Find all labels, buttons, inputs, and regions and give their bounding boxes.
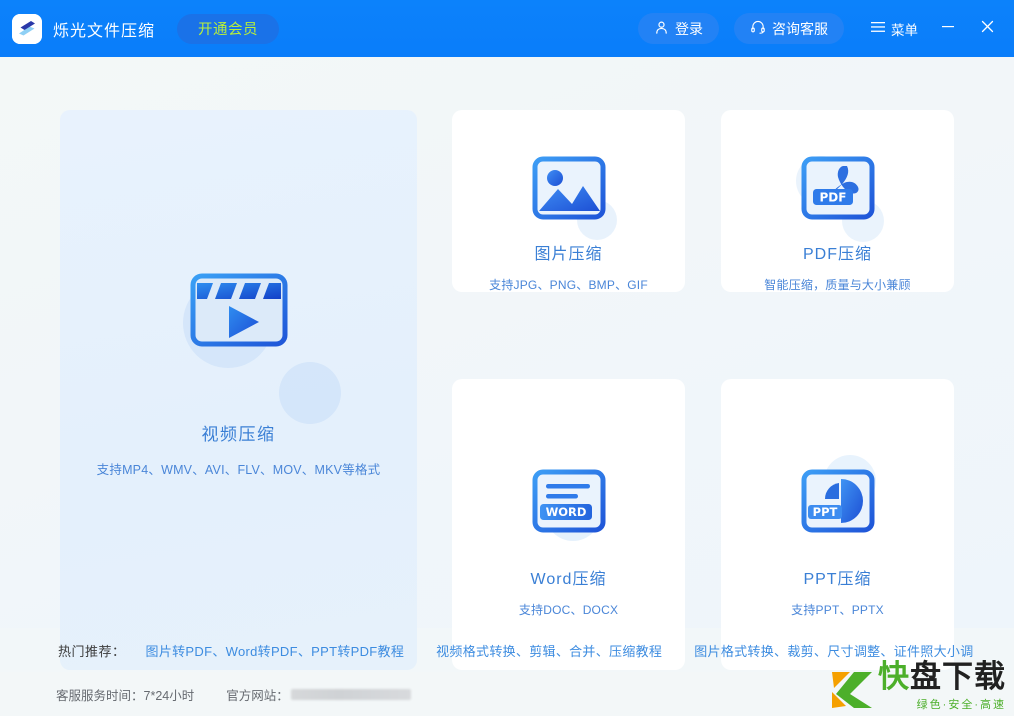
user-icon (654, 20, 669, 38)
minimize-button[interactable] (933, 14, 963, 44)
close-button[interactable] (972, 14, 1002, 44)
svg-text:WORD: WORD (545, 505, 586, 519)
card-image-compress[interactable]: 图片压缩 支持JPG、PNG、BMP、GIF (452, 110, 685, 292)
card-ppt-subtitle: 支持PPT、PPTX (791, 603, 884, 617)
official-website: 官方网站： (226, 685, 411, 704)
card-video-title: 视频压缩 (201, 425, 276, 444)
official-website-label: 官方网站： (226, 688, 289, 703)
minimize-icon (941, 19, 955, 38)
card-pdf-subtitle: 智能压缩，质量与大小兼顾 (764, 278, 911, 292)
close-icon (980, 19, 995, 39)
app-title: 烁光文件压缩 (53, 22, 156, 40)
login-label: 登录 (675, 20, 703, 37)
pdf-file-icon: PDF (788, 156, 888, 242)
title-bar: 烁光文件压缩 开通会员 登录 咨询客服 菜单 (0, 0, 1014, 57)
vip-button[interactable]: 开通会员 (177, 13, 280, 44)
headset-icon (750, 19, 766, 38)
ppt-file-icon: PPT (788, 455, 888, 543)
svg-text:PPT: PPT (812, 505, 837, 519)
card-video-compress[interactable]: 视频压缩 支持MP4、WMV、AVI、FLV、MOV、MKV等格式 (60, 110, 417, 670)
hamburger-icon (871, 21, 885, 36)
main-stage: 视频压缩 支持MP4、WMV、AVI、FLV、MOV、MKV等格式 图片压缩 支… (0, 57, 1014, 670)
customer-service-button[interactable]: 咨询客服 (734, 13, 844, 44)
card-word-compress[interactable]: WORD Word压缩 支持DOC、DOCX (452, 379, 685, 670)
menu-button[interactable]: 菜单 (871, 19, 918, 39)
recommend-label: 热门推荐： (58, 643, 126, 659)
video-player-icon (169, 255, 309, 365)
card-ppt-compress[interactable]: PPT PPT压缩 支持PPT、PPTX (721, 379, 954, 670)
card-video-subtitle: 支持MP4、WMV、AVI、FLV、MOV、MKV等格式 (96, 463, 381, 477)
recommend-link-3[interactable]: 图片格式转换、裁剪、尺寸调整、证件照大小调 (694, 641, 973, 660)
recommend-bar: 热门推荐： 图片转PDF、Word转PDF、PPT转PDF教程 视频格式转换、剪… (0, 628, 1014, 672)
titlebar-actions: 登录 咨询客服 菜单 (638, 0, 1014, 57)
card-image-title: 图片压缩 (534, 246, 603, 263)
word-file-icon: WORD (519, 459, 619, 543)
card-image-subtitle: 支持JPG、PNG、BMP、GIF (489, 278, 648, 292)
card-pdf-title: PDF压缩 (802, 246, 872, 263)
footer-bar: 客服服务时间：7*24小时 官方网站： (0, 672, 1014, 716)
menu-label: 菜单 (891, 22, 918, 38)
svg-text:PDF: PDF (819, 191, 846, 205)
recommend-link-1[interactable]: 图片转PDF、Word转PDF、PPT转PDF教程 (146, 641, 405, 660)
app-logo-icon (12, 13, 42, 44)
picture-icon (519, 156, 619, 240)
card-ppt-title: PPT压缩 (803, 571, 872, 588)
card-word-title: Word压缩 (530, 571, 607, 588)
service-hours: 客服服务时间：7*24小时 (56, 688, 195, 703)
login-button[interactable]: 登录 (638, 13, 719, 44)
recommend-link-2[interactable]: 视频格式转换、剪辑、合并、压缩教程 (436, 641, 662, 660)
card-pdf-compress[interactable]: PDF PDF压缩 智能压缩，质量与大小兼顾 (721, 110, 954, 292)
card-word-subtitle: 支持DOC、DOCX (518, 603, 619, 617)
official-website-url-redacted (290, 688, 411, 700)
customer-service-label: 咨询客服 (772, 20, 828, 37)
